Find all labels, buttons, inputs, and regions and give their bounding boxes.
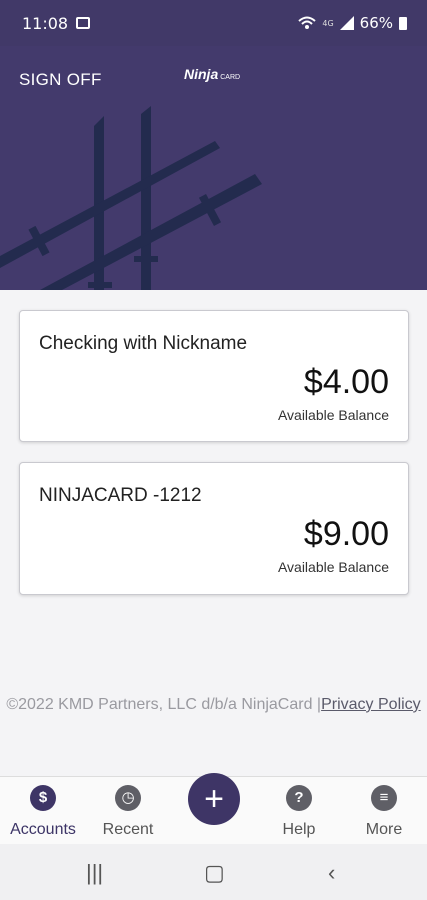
wifi-calling-icon	[298, 16, 317, 29]
recent-apps-icon[interactable]: |||	[86, 860, 103, 886]
menu-icon: ≡	[371, 785, 397, 811]
tab-label: Help	[282, 821, 316, 838]
tab-label: Accounts	[10, 821, 76, 838]
footer: ©2022 KMD Partners, LLC d/b/a NinjaCard …	[0, 694, 427, 716]
clock-icon: ◷	[115, 785, 141, 811]
status-right: 4G 66%	[298, 14, 407, 32]
plus-icon: +	[204, 780, 224, 818]
back-icon[interactable]: ‹	[328, 860, 335, 886]
account-balance: $9.00	[303, 515, 389, 553]
home-icon[interactable]: ▢	[204, 860, 225, 886]
copyright-text: ©2022 KMD Partners, LLC d/b/a NinjaCard …	[6, 696, 322, 713]
sign-off-button[interactable]: SIGN OFF	[19, 70, 102, 90]
help-icon: ?	[286, 785, 312, 811]
tab-help[interactable]: ? Help	[259, 783, 339, 839]
logo-text: Ninja	[184, 66, 219, 82]
battery-icon	[399, 16, 407, 30]
account-card-ninjacard[interactable]: NINJACARD -1212 $9.00 Available Balance	[19, 462, 409, 595]
account-name: Checking with Nickname	[39, 333, 248, 354]
battery-percent: 66%	[359, 14, 393, 32]
logo-subtext: CARD	[220, 74, 241, 81]
account-balance: $4.00	[303, 363, 389, 401]
ninjacard-logo: Ninja CARD	[184, 66, 240, 82]
balance-label: Available Balance	[277, 559, 389, 575]
tab-label: Recent	[102, 821, 154, 838]
privacy-policy-link[interactable]: Privacy Policy	[321, 696, 421, 713]
accounts-icon: $	[30, 785, 56, 811]
status-bar: 11:08 4G 66%	[0, 0, 427, 46]
account-card-checking[interactable]: Checking with Nickname $4.00 Available B…	[19, 310, 409, 442]
balance-label: Available Balance	[277, 407, 389, 423]
network-type: 4G	[322, 18, 334, 28]
gallery-icon	[76, 17, 91, 29]
system-nav-bar: ||| ▢ ‹	[0, 844, 427, 900]
tab-accounts[interactable]: $ Accounts	[3, 783, 83, 839]
status-time: 11:08	[22, 13, 69, 33]
add-button[interactable]: +	[188, 773, 240, 825]
tab-recent[interactable]: ◷ Recent	[88, 783, 168, 839]
account-name: NINJACARD -1212	[39, 485, 202, 506]
tab-label: More	[365, 821, 403, 838]
tab-more[interactable]: ≡ More	[344, 783, 424, 839]
swords-illustration	[0, 106, 262, 290]
header-banner: SIGN OFF Ninja CARD	[0, 46, 427, 290]
signal-icon	[339, 16, 354, 30]
